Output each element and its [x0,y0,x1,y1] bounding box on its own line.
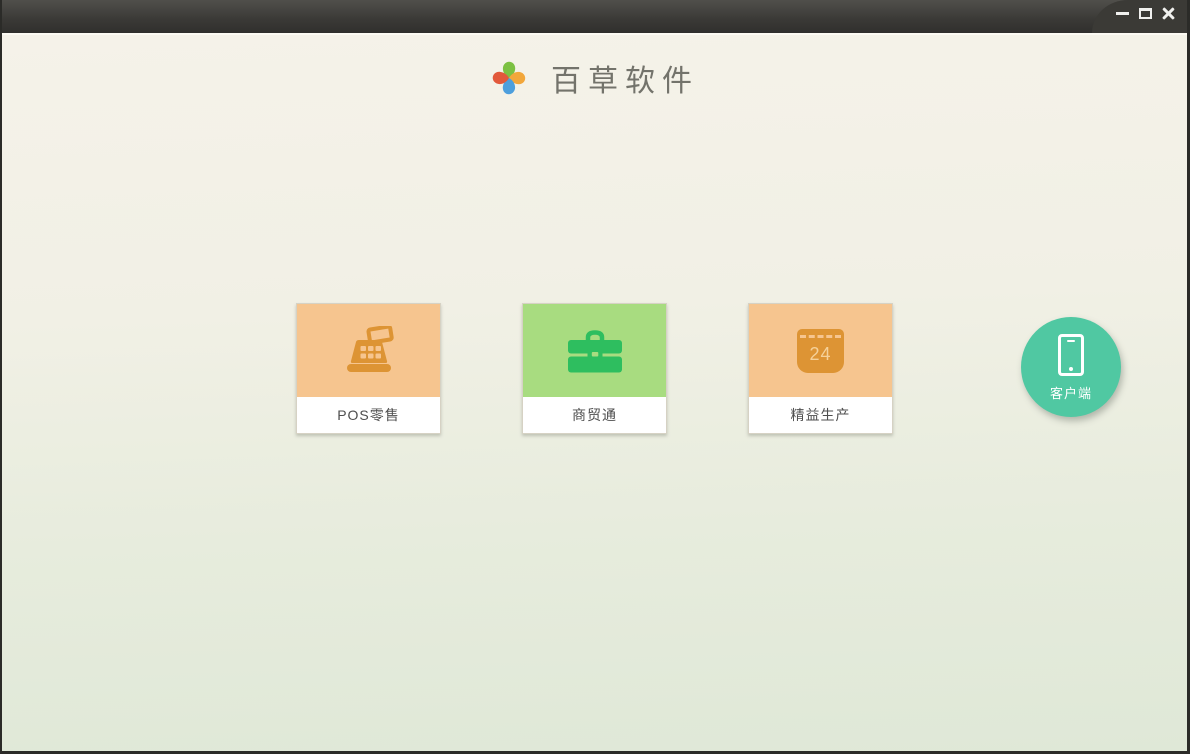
title-bar[interactable] [2,0,1187,33]
trade-tile [523,304,666,397]
pinwheel-logo-icon [492,61,526,95]
pos-retail-tile [297,304,440,397]
calendar-binding [800,334,841,338]
card-pos-retail[interactable]: POS零售 [296,303,441,434]
main-content: 百草软件 POS零售 商贸通 24 精益生产 客户端 [2,33,1187,751]
calendar-icon: 24 [797,328,844,373]
app-title: 百草软件 [551,64,699,99]
close-icon [1162,7,1175,20]
calendar-number: 24 [809,344,832,364]
close-button[interactable] [1159,5,1177,21]
maximize-icon [1138,7,1152,19]
app-brand: 百草软件 [2,56,1187,100]
product-launcher-row: POS零售 商贸通 24 精益生产 [2,303,1187,434]
maximize-button[interactable] [1136,5,1154,21]
minimize-button[interactable] [1113,5,1131,21]
client-label: 客户端 [1049,386,1092,401]
lean-production-label: 精益生产 [749,397,892,433]
minimize-icon [1115,11,1129,15]
card-trade[interactable]: 商贸通 [522,303,667,434]
window-controls [1092,0,1187,33]
cash-register-icon [346,325,394,372]
app-window: 百草软件 POS零售 商贸通 24 精益生产 客户端 [0,0,1190,754]
pos-retail-label: POS零售 [297,397,440,433]
smartphone-icon [1058,334,1084,376]
client-button[interactable]: 客户端 [1021,317,1121,417]
card-lean-production[interactable]: 24 精益生产 [748,303,893,434]
trade-label: 商贸通 [523,397,666,433]
lean-production-tile: 24 [749,304,892,397]
briefcase-icon [567,329,622,372]
